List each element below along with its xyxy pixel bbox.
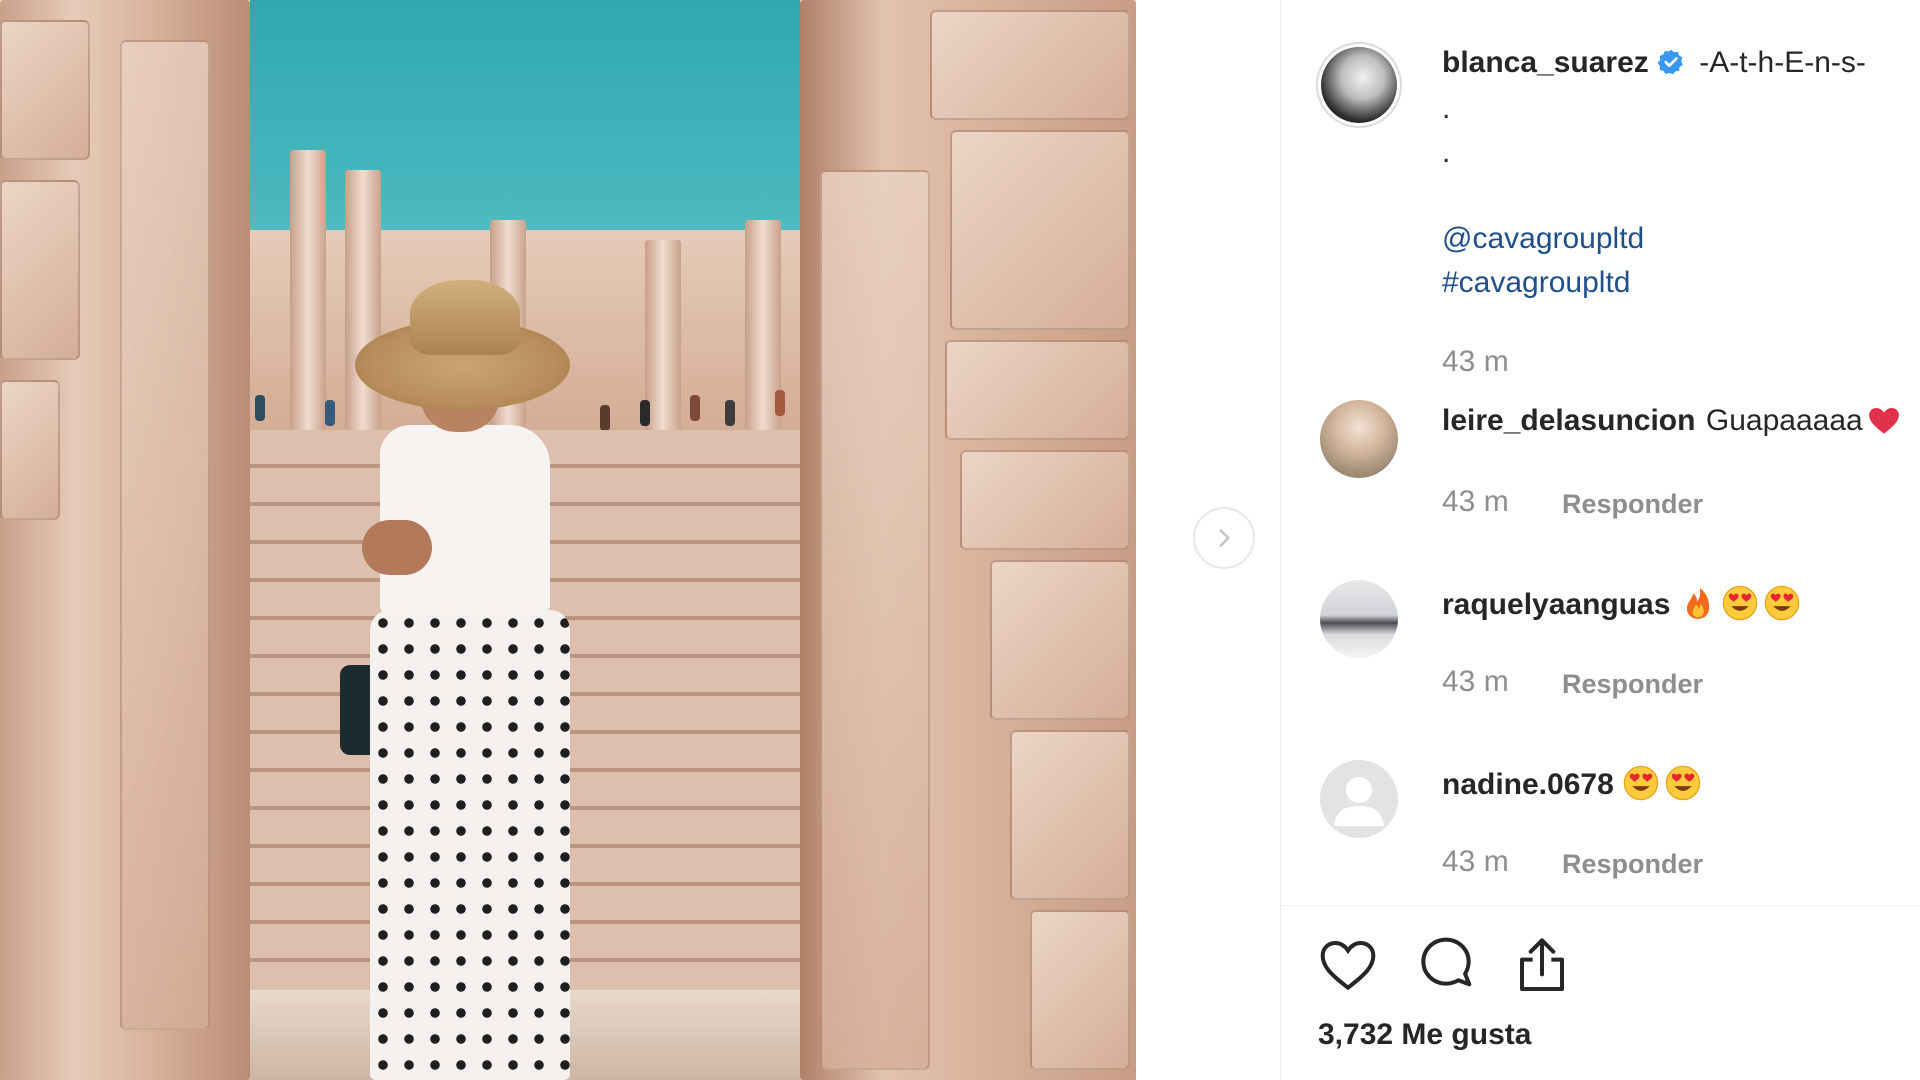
- caption-title: -A-t-h-E-n-s-: [1699, 46, 1866, 79]
- commenter-avatar[interactable]: [1320, 400, 1398, 478]
- actions-divider: [1280, 905, 1920, 906]
- photo-stone-block: [0, 20, 90, 160]
- heart-emoji-icon: [1868, 407, 1899, 434]
- caption-mention-link[interactable]: @cavagroupltd: [1442, 222, 1644, 256]
- heart-eyes-emoji-icon: [1764, 585, 1800, 621]
- photo-stone-block: [950, 130, 1130, 330]
- post-photo[interactable]: [0, 0, 1136, 1080]
- caption-header: blanca_suarez -A-t-h-E-n-s-: [1442, 46, 1866, 80]
- photo-stone-block: [945, 340, 1130, 440]
- heart-icon[interactable]: [1316, 933, 1380, 997]
- comment-row: raquelyaanguas: [1442, 584, 1801, 622]
- verified-badge-icon: [1657, 49, 1683, 75]
- comment-text: Guapaaaaa: [1705, 404, 1863, 437]
- caption-timestamp[interactable]: 43 m: [1442, 345, 1509, 379]
- commenter-avatar[interactable]: [1320, 580, 1398, 658]
- default-user-icon: [1334, 777, 1384, 826]
- instagram-post-view: blanca_suarez -A-t-h-E-n-s- . . @cavagro…: [0, 0, 1920, 1080]
- comment-timestamp[interactable]: 43 m: [1442, 665, 1509, 699]
- comment-username[interactable]: raquelyaanguas: [1442, 588, 1670, 621]
- comment-username[interactable]: leire_delasuncion: [1442, 404, 1695, 437]
- photo-visitor: [325, 400, 335, 426]
- photo-stone-block: [120, 40, 210, 1030]
- photo-visitor: [640, 400, 650, 426]
- heart-eyes-emoji-icon: [1623, 765, 1659, 801]
- photo-stone-block: [820, 170, 930, 1070]
- photo-stone-block: [0, 180, 80, 360]
- caption-dot: .: [1442, 136, 1451, 169]
- caption-dot: .: [1442, 92, 1451, 125]
- comment-timestamp[interactable]: 43 m: [1442, 485, 1509, 519]
- photo-stone-block: [960, 450, 1130, 550]
- comment-row: leire_delasuncion Guapaaaaa: [1442, 404, 1901, 438]
- photo-woman: [340, 280, 600, 1080]
- comment-timestamp[interactable]: 43 m: [1442, 845, 1509, 879]
- photo-visitor: [775, 390, 785, 416]
- caption-hashtag-link[interactable]: #cavagroupltd: [1442, 266, 1630, 300]
- photo-polka-dot-skirt: [370, 610, 570, 1080]
- comment-row: nadine.0678: [1442, 764, 1702, 802]
- reply-button[interactable]: Responder: [1562, 669, 1703, 700]
- photo-visitor: [255, 395, 265, 421]
- reply-button[interactable]: Responder: [1562, 489, 1703, 520]
- share-icon[interactable]: [1510, 933, 1574, 997]
- comment-username[interactable]: nadine.0678: [1442, 768, 1614, 801]
- author-username[interactable]: blanca_suarez: [1442, 46, 1649, 79]
- comment-icon[interactable]: [1414, 933, 1478, 997]
- photo-hat-crown: [410, 280, 520, 355]
- fire-emoji-icon: [1686, 587, 1709, 619]
- photo-visitor: [600, 405, 610, 431]
- photo-stone-block: [1010, 730, 1130, 900]
- photo-visitor: [725, 400, 735, 426]
- heart-eyes-emoji-icon: [1722, 585, 1758, 621]
- author-avatar[interactable]: [1316, 42, 1402, 128]
- commenter-avatar-placeholder[interactable]: [1320, 760, 1398, 838]
- photo-stone-block: [0, 380, 60, 520]
- photo-stone-block: [1030, 910, 1130, 1070]
- likes-count[interactable]: 3,732 Me gusta: [1318, 1018, 1531, 1052]
- photo-column: [645, 240, 681, 430]
- photo-column: [290, 150, 326, 430]
- photo-arm: [362, 520, 432, 575]
- photo-stone-block: [930, 10, 1130, 120]
- reply-button[interactable]: Responder: [1562, 849, 1703, 880]
- photo-stone-block: [990, 560, 1130, 720]
- photo-visitor: [690, 395, 700, 421]
- sidebar-divider: [1280, 0, 1281, 1080]
- chevron-right-icon[interactable]: [1193, 507, 1255, 569]
- heart-eyes-emoji-icon: [1665, 765, 1701, 801]
